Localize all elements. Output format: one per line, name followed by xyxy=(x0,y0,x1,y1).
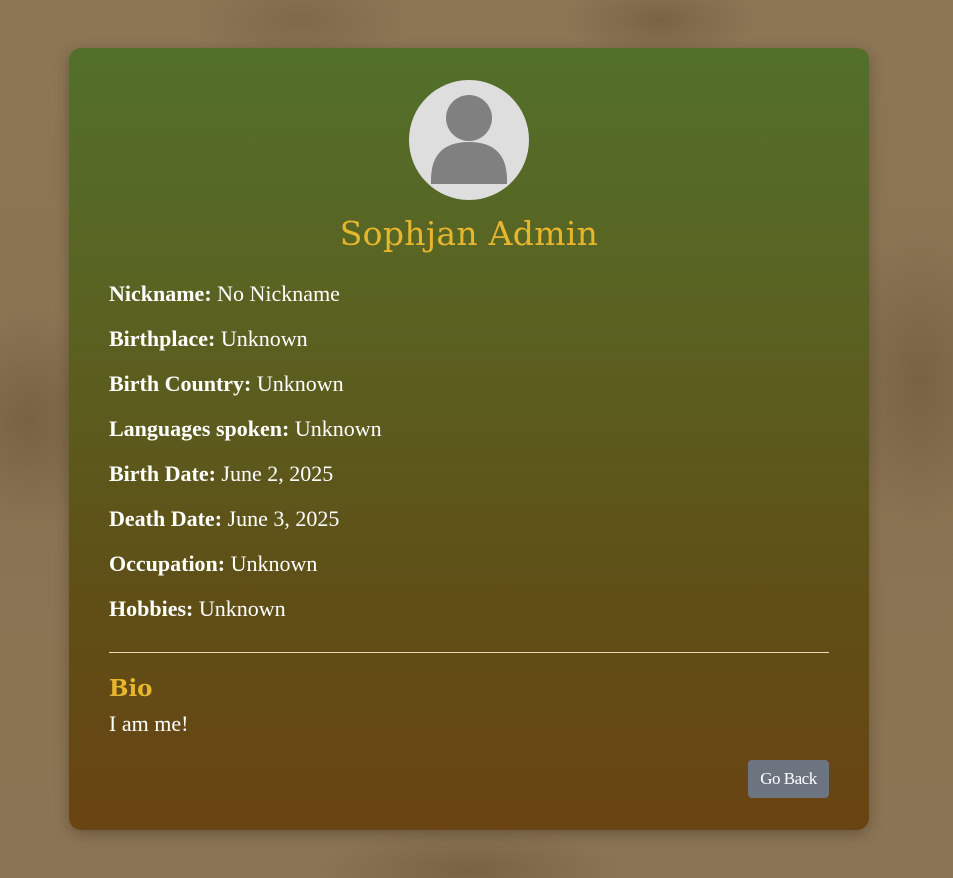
field-value: June 3, 2025 xyxy=(227,506,340,531)
field-label: Birth Country: xyxy=(109,371,252,396)
field-languages: Languages spoken: Unknown xyxy=(109,412,829,457)
profile-card: Sophjan Admin Nickname: No Nickname Birt… xyxy=(69,48,869,830)
field-value: Unknown xyxy=(294,416,382,441)
avatar xyxy=(409,80,529,200)
field-value: June 2, 2025 xyxy=(221,461,334,486)
field-value: No Nickname xyxy=(217,281,340,306)
profile-name: Sophjan Admin xyxy=(339,214,599,253)
section-divider xyxy=(109,652,829,653)
field-occupation: Occupation: Unknown xyxy=(109,547,829,592)
field-death-date: Death Date: June 3, 2025 xyxy=(109,502,829,547)
user-placeholder-icon xyxy=(431,95,507,184)
field-birth-date: Birth Date: June 2, 2025 xyxy=(109,457,829,502)
profile-details: Nickname: No Nickname Birthplace: Unknow… xyxy=(109,277,829,637)
field-value: Unknown xyxy=(198,596,286,621)
bio-text: I am me! xyxy=(109,711,189,736)
field-birthplace: Birthplace: Unknown xyxy=(109,322,829,367)
field-value: Unknown xyxy=(256,371,344,396)
bio-heading: Bio xyxy=(109,675,153,702)
go-back-button[interactable]: Go Back xyxy=(748,760,829,798)
field-label: Nickname: xyxy=(109,281,212,306)
field-label: Occupation: xyxy=(109,551,226,576)
field-label: Languages spoken: xyxy=(109,416,290,441)
field-nickname: Nickname: No Nickname xyxy=(109,277,829,322)
field-hobbies: Hobbies: Unknown xyxy=(109,592,829,637)
field-label: Hobbies: xyxy=(109,596,194,621)
field-label: Birth Date: xyxy=(109,461,216,486)
field-label: Birthplace: xyxy=(109,326,216,351)
field-birth-country: Birth Country: Unknown xyxy=(109,367,829,412)
field-value: Unknown xyxy=(220,326,308,351)
field-value: Unknown xyxy=(230,551,318,576)
field-label: Death Date: xyxy=(109,506,223,531)
